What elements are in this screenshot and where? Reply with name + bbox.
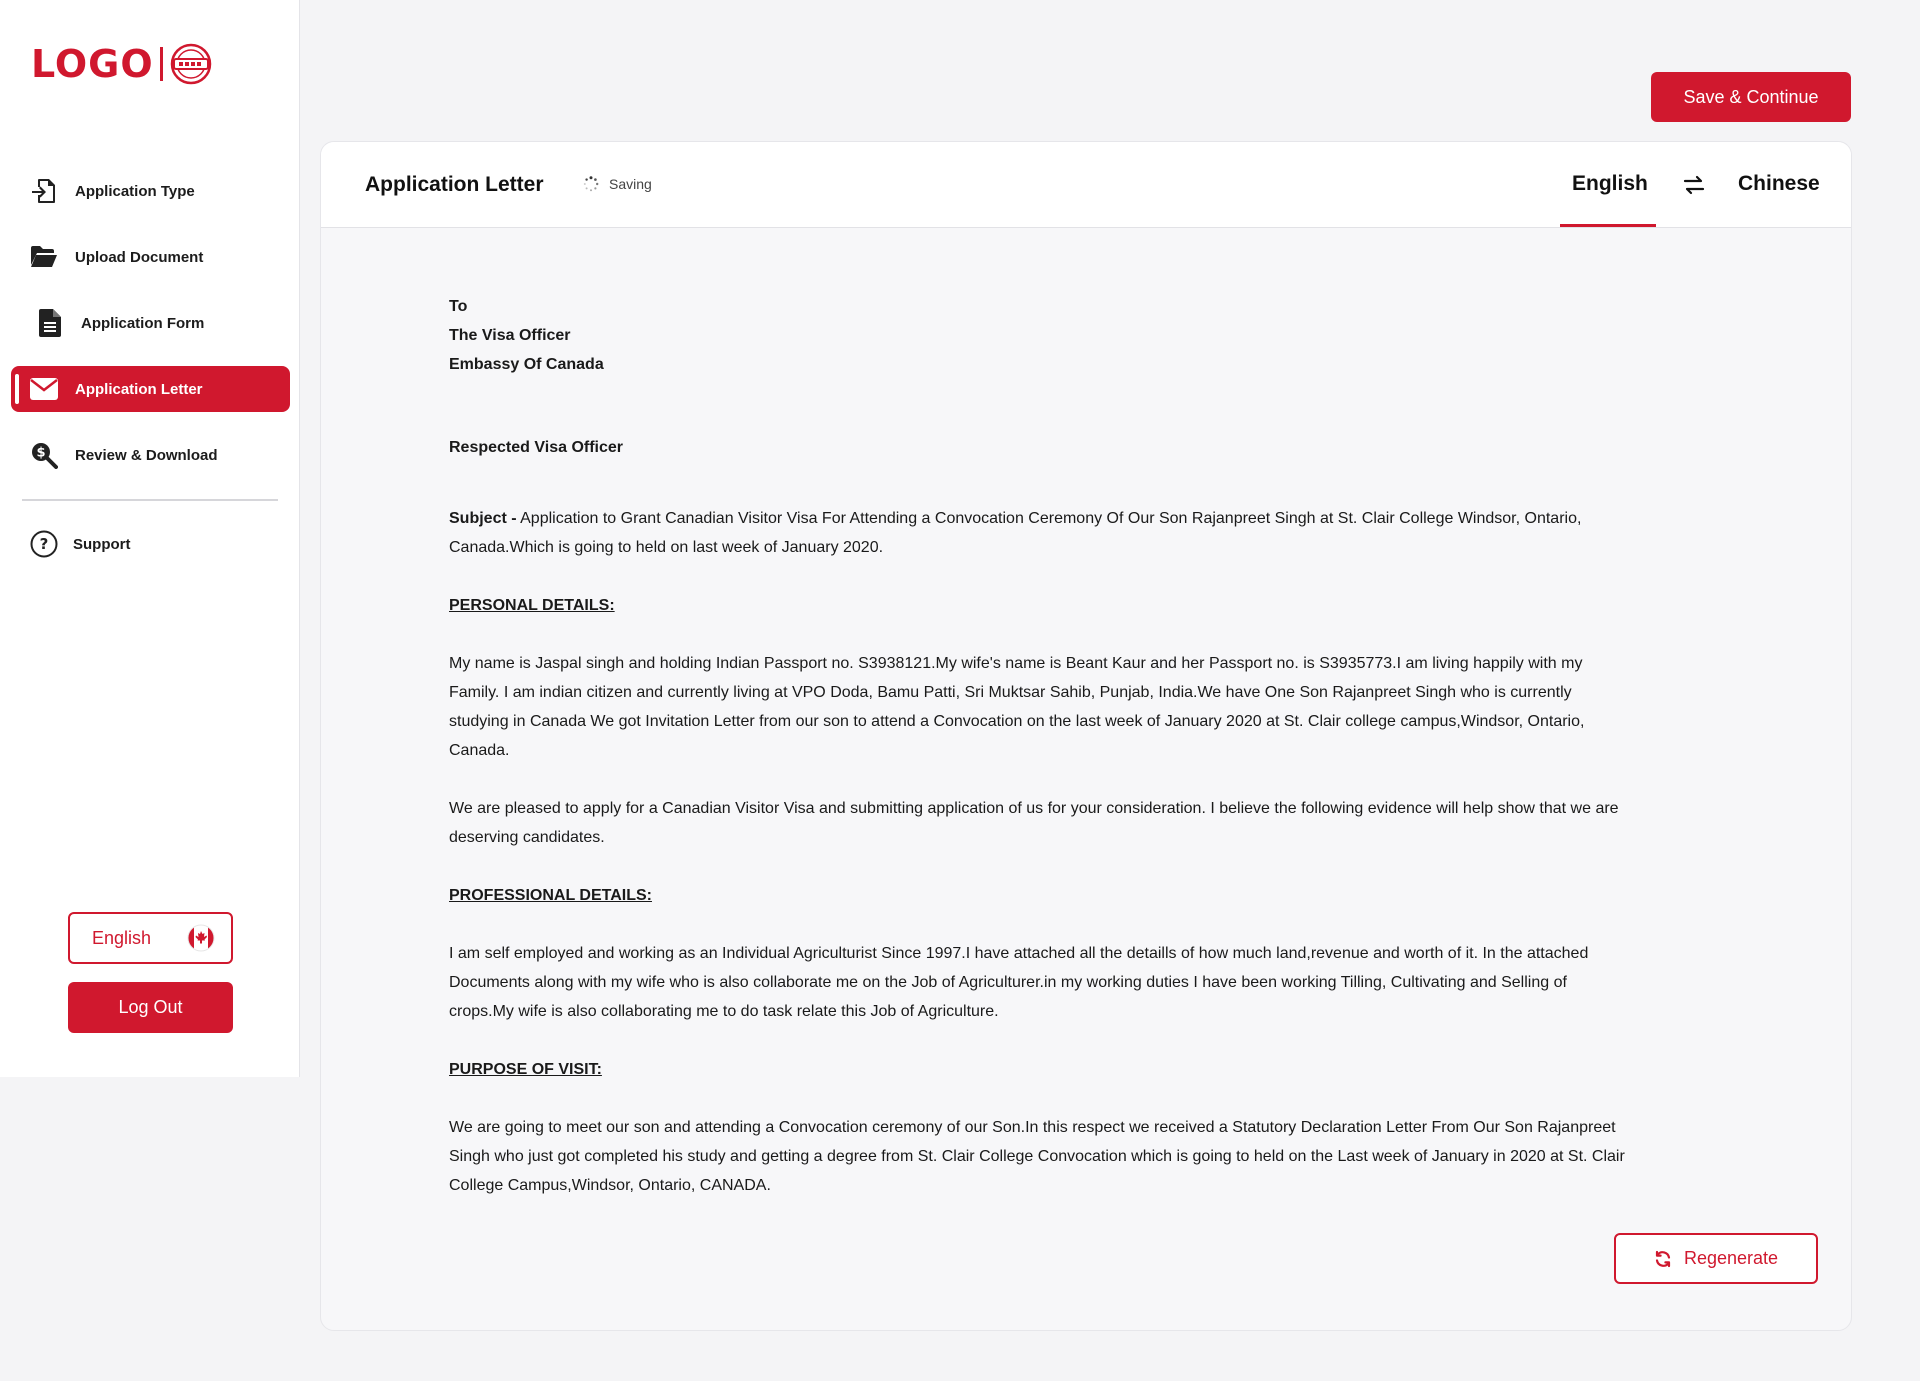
- sidebar-item-label: Application Letter: [75, 380, 203, 398]
- search-dollar-icon: $: [29, 440, 59, 470]
- swap-language-icon[interactable]: [1681, 172, 1707, 198]
- letter-recipient: The Visa Officer: [449, 327, 571, 344]
- logo-emblem-icon: [170, 43, 211, 85]
- sidebar-nav: Application Type Upload Document Applica…: [0, 168, 300, 498]
- folder-open-icon: [29, 242, 59, 272]
- sidebar-item-support[interactable]: ? Support: [11, 521, 290, 567]
- letter-address: To The Visa Officer Embassy Of Canada: [449, 292, 1629, 379]
- logo[interactable]: LOGO: [31, 42, 213, 86]
- subject-text: Application to Grant Canadian Visitor Vi…: [449, 510, 1582, 556]
- sidebar-item-label: Application Type: [75, 182, 195, 200]
- subject-label: Subject -: [449, 510, 517, 527]
- letter-embassy: Embassy Of Canada: [449, 356, 604, 373]
- application-intent-text: We are pleased to apply for a Canadian V…: [449, 800, 1619, 846]
- letter-to: To: [449, 298, 468, 315]
- sidebar-item-application-type[interactable]: Application Type: [11, 168, 290, 214]
- sidebar-item-review-download[interactable]: $ Review & Download: [11, 432, 290, 478]
- language-selector-button[interactable]: English: [68, 912, 233, 964]
- regenerate-label: Regenerate: [1683, 1248, 1779, 1268]
- file-import-icon: [29, 176, 59, 206]
- purpose-of-visit-heading: PURPOSE OF VISIT:: [449, 1061, 602, 1078]
- question-circle-icon: ?: [29, 529, 59, 559]
- card-header: Application Letter Saving English Chines…: [321, 142, 1851, 228]
- personal-details-text: My name is Jaspal singh and holding Indi…: [449, 655, 1585, 759]
- sidebar-item-upload-document[interactable]: Upload Document: [11, 234, 290, 280]
- file-text-icon: [35, 308, 65, 338]
- sidebar-item-label: Support: [73, 535, 131, 553]
- sidebar-divider: [22, 499, 278, 501]
- sidebar-item-application-form[interactable]: Application Form: [11, 300, 290, 346]
- tab-chinese[interactable]: Chinese: [1738, 172, 1820, 196]
- svg-text:$: $: [36, 446, 45, 461]
- spinner-icon: [583, 176, 599, 192]
- purpose-of-visit-text: We are going to meet our son and attendi…: [449, 1119, 1625, 1194]
- sidebar-item-label: Upload Document: [75, 248, 204, 266]
- application-letter-card: Application Letter Saving English Chines…: [320, 141, 1852, 1331]
- professional-details-text: I am self employed and working as an Ind…: [449, 945, 1589, 1020]
- saving-status: Saving: [583, 176, 652, 192]
- logo-divider: [159, 47, 163, 81]
- regenerate-button[interactable]: Regenerate: [1614, 1233, 1818, 1284]
- sidebar: LOGO Application Type Upload Document Ap…: [0, 0, 300, 1077]
- letter-subject: Subject - Application to Grant Canadian …: [449, 504, 1629, 562]
- canada-flag-icon: [187, 924, 215, 952]
- logo-text: LOGO: [31, 42, 154, 86]
- language-label: English: [92, 927, 152, 948]
- sidebar-item-label: Application Form: [81, 314, 205, 332]
- envelope-icon: [29, 374, 59, 404]
- svg-text:?: ?: [40, 535, 49, 553]
- active-tab-indicator: [1560, 224, 1656, 227]
- professional-details-heading: PROFESSIONAL DETAILS:: [449, 887, 652, 904]
- tab-english[interactable]: English: [1572, 172, 1648, 196]
- saving-text: Saving: [609, 176, 652, 192]
- save-continue-button[interactable]: Save & Continue: [1651, 72, 1851, 122]
- letter-body[interactable]: To The Visa Officer Embassy Of Canada Re…: [449, 292, 1629, 1200]
- sidebar-item-label: Review & Download: [75, 446, 218, 464]
- card-title: Application Letter: [365, 173, 544, 196]
- refresh-icon: [1655, 1250, 1671, 1267]
- sidebar-item-application-letter[interactable]: Application Letter: [11, 366, 290, 412]
- personal-details-heading: PERSONAL DETAILS:: [449, 597, 615, 614]
- logout-button[interactable]: Log Out: [68, 982, 233, 1033]
- letter-salutation: Respected Visa Officer: [449, 439, 624, 456]
